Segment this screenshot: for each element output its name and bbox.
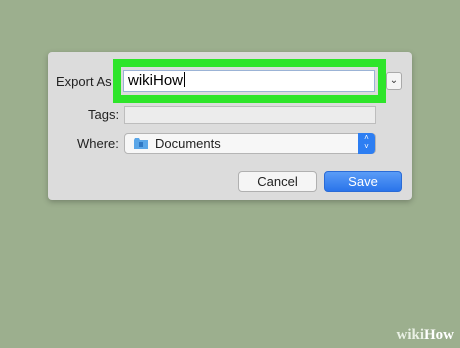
folder-icon: [134, 138, 148, 149]
where-select[interactable]: Documents ˄ ˅: [124, 133, 376, 154]
chevron-down-icon: ⌄: [389, 75, 399, 86]
tags-label: Tags:: [88, 107, 120, 122]
export-name-input[interactable]: wikiHow: [123, 70, 375, 92]
export-name-value: wikiHow: [128, 72, 184, 89]
expand-button[interactable]: ⌄: [386, 72, 402, 90]
watermark-how: How: [424, 327, 454, 343]
save-button[interactable]: Save: [324, 171, 402, 192]
where-label: Where:: [77, 136, 119, 151]
text-caret: [184, 72, 186, 87]
watermark-wiki: wiki: [396, 327, 424, 343]
up-down-chevron-icon[interactable]: ˄ ˅: [358, 133, 375, 154]
tags-input[interactable]: [124, 106, 376, 124]
where-value: Documents: [155, 136, 221, 151]
wikihow-watermark: wikiHow: [396, 327, 454, 344]
export-as-label: Export As: [56, 74, 112, 89]
cancel-button[interactable]: Cancel: [238, 171, 317, 192]
